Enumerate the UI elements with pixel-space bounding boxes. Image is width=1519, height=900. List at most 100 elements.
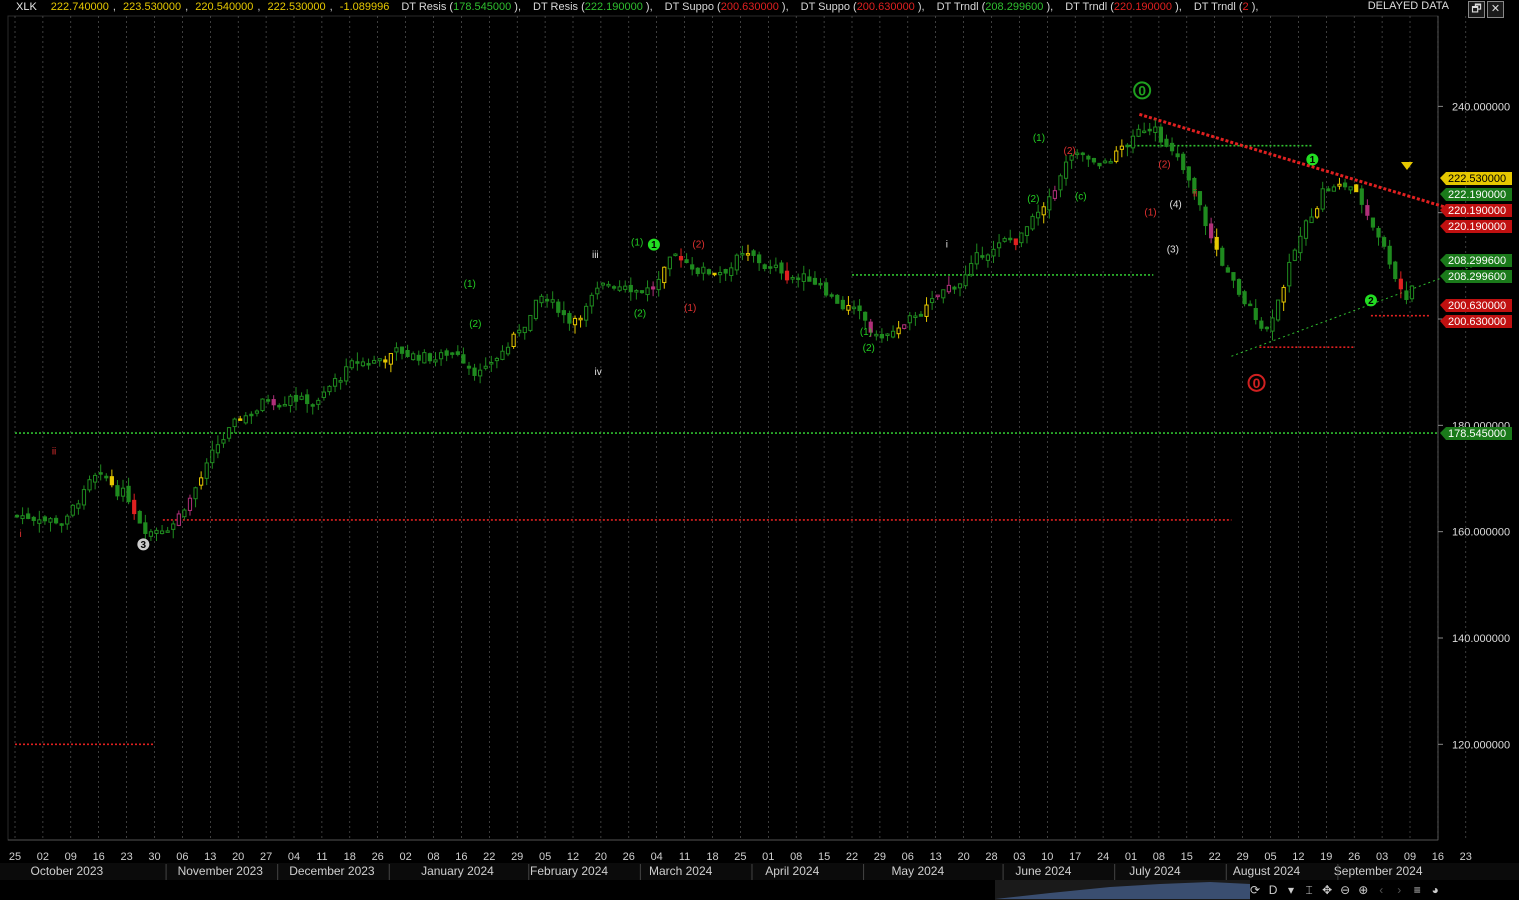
x-tick-label: 17: [1069, 851, 1081, 863]
price-tag-label: 222.530000: [1448, 173, 1506, 185]
y-tick-label: 160.000000: [1452, 527, 1510, 539]
wave-marker-label: 1: [651, 240, 657, 251]
wave-marker-label: 2: [1368, 296, 1374, 307]
x-tick-label: 10: [1041, 851, 1053, 863]
candle-body: [1002, 238, 1007, 242]
candle-body: [1220, 247, 1225, 266]
wave-label: iii: [592, 250, 599, 261]
palette-icon[interactable]: ◕: [1430, 883, 1440, 897]
candle-body: [438, 352, 444, 360]
candle-body: [372, 359, 377, 364]
candle-body: [65, 515, 70, 525]
candle-body: [93, 474, 98, 483]
zoom-in-icon[interactable]: ⊕: [1358, 883, 1368, 897]
chart-toolbar: ⟳ D ▾ ⌶ ✥ ⊖ ⊕ ‹ › ≡ ◕: [1250, 880, 1519, 900]
candle-body: [790, 276, 795, 280]
indicator-name: DT Trndl (: [1065, 1, 1114, 13]
candle-body: [327, 385, 332, 393]
candle-body: [1275, 299, 1281, 321]
candle-body: [1342, 182, 1348, 188]
candle-body: [1008, 237, 1013, 241]
candle-body: [1242, 291, 1247, 305]
month-label: April 2024: [765, 864, 819, 878]
candle-body: [243, 415, 248, 424]
move-icon[interactable]: ✥: [1322, 883, 1332, 897]
candle-body: [81, 489, 87, 506]
candle-body: [1041, 206, 1046, 216]
close-window-button[interactable]: ✕: [1487, 1, 1504, 18]
candle-body: [1365, 205, 1370, 216]
candle-body: [1125, 144, 1130, 148]
candle-body: [807, 276, 812, 282]
x-tick-label: 02: [399, 851, 411, 863]
open-value: 222.740000: [50, 1, 109, 13]
wave-label: (4): [1170, 199, 1182, 210]
candle-body: [1409, 285, 1415, 300]
chevron-down-icon[interactable]: ▾: [1286, 883, 1296, 897]
candle-body: [1086, 155, 1091, 160]
price-tag-label: 200.630000: [1448, 316, 1506, 328]
candle-body: [762, 264, 767, 270]
candle-body: [1248, 303, 1253, 307]
x-tick-label: 06: [902, 851, 914, 863]
candle-body: [1075, 152, 1080, 156]
candle-body: [500, 350, 505, 360]
period-selector[interactable]: D: [1268, 883, 1278, 897]
refresh-icon[interactable]: ⟳: [1250, 883, 1260, 897]
x-tick-label: 12: [1292, 851, 1304, 863]
forward-icon[interactable]: ›: [1394, 883, 1404, 897]
candle-body: [171, 523, 176, 530]
cursor-icon[interactable]: ⌶: [1304, 883, 1314, 898]
menu-icon[interactable]: ≡: [1412, 883, 1422, 897]
x-tick-label: 27: [260, 851, 272, 863]
x-tick-label: 11: [679, 851, 690, 863]
zoom-out-icon[interactable]: ⊖: [1340, 883, 1350, 897]
wave-label: (2): [1027, 194, 1039, 205]
candle-body: [1103, 160, 1108, 164]
candle-body: [1203, 206, 1208, 227]
candle-body: [740, 252, 745, 256]
candle-body: [148, 531, 154, 537]
candle-body: [159, 530, 165, 535]
candle-body: [545, 298, 550, 302]
candle-body: [76, 503, 81, 509]
candle-body: [818, 282, 823, 286]
indicator-value: 222.190000: [584, 1, 643, 13]
price-chart[interactable]: 25 02 09 16 23 30 06 13 20 27 04 11 18 26 02 08 16 22 29 05…: [0, 0, 1519, 900]
x-tick-label: 01: [762, 851, 774, 863]
candle-body: [1382, 237, 1387, 247]
candle-body: [902, 324, 907, 329]
x-tick-label: 30: [148, 851, 160, 863]
candle-body: [154, 529, 159, 534]
candle-body: [874, 333, 879, 337]
candle-body: [734, 254, 739, 271]
wave-label: (2): [863, 343, 875, 354]
candle-body: [1320, 188, 1325, 210]
candle-body: [556, 301, 561, 313]
candle-body: [1169, 142, 1175, 152]
candle-body: [1270, 317, 1275, 332]
candle-body: [969, 262, 974, 276]
indicator-5: DT Trndl (220.190000 ),: [1065, 1, 1182, 13]
price-tag-label: 208.299600: [1448, 255, 1506, 267]
indicator-value: 178.545000: [453, 1, 512, 13]
candle-body: [422, 352, 427, 364]
candle-body: [489, 361, 494, 365]
x-tick-label: 29: [1236, 851, 1248, 863]
candle-body: [611, 286, 617, 289]
candle-body: [835, 294, 840, 304]
candle-body: [450, 352, 455, 355]
candle-body: [684, 259, 689, 264]
candle-body: [567, 313, 572, 324]
indicator-value: 208.299600: [985, 1, 1044, 13]
x-tick-label: 04: [288, 851, 300, 863]
back-icon[interactable]: ‹: [1376, 883, 1386, 897]
candle-body: [143, 522, 148, 534]
candle-body: [863, 311, 868, 321]
restore-window-button[interactable]: 🗗: [1468, 1, 1485, 18]
candle-body: [204, 462, 209, 479]
candle-body: [550, 299, 555, 303]
x-tick-label: 26: [372, 851, 384, 863]
indicator-value: 200.630000: [856, 1, 915, 13]
candle-body: [768, 266, 773, 269]
